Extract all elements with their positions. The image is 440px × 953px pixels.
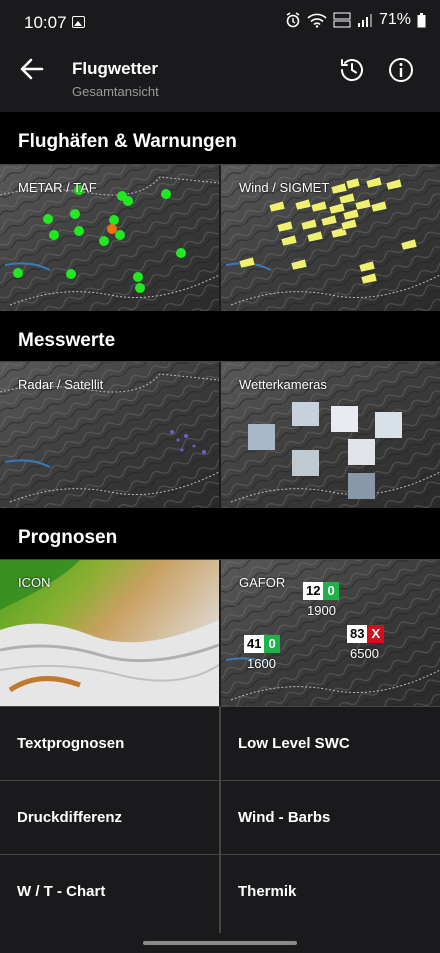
tile-metar-taf[interactable]: METAR / TAF	[0, 165, 219, 311]
section-forecasts-header: Prognosen	[0, 508, 440, 560]
tile-label: GAFOR	[239, 575, 286, 590]
menu-wt-chart[interactable]: W / T - Chart	[0, 855, 219, 928]
wifi-icon	[307, 13, 327, 28]
tile-row-measurements: Radar / Satellit Wetterkameras	[0, 361, 440, 508]
menu-label: Textprognosen	[17, 735, 125, 752]
gafor-code: X	[367, 625, 385, 643]
info-icon[interactable]	[386, 55, 416, 85]
back-arrow-icon[interactable]	[18, 56, 50, 82]
gafor-altitude: 1600	[247, 656, 276, 671]
page-subtitle: Gesamtansicht	[72, 84, 159, 99]
gafor-number: 41	[244, 635, 265, 653]
tile-webcams[interactable]: Wetterkameras	[221, 362, 440, 508]
battery-icon	[417, 12, 426, 27]
tile-label: ICON	[18, 575, 51, 590]
grid-row: Druckdifferenz Wind - Barbs	[0, 780, 440, 855]
section-title: Flughäfen & Warnungen	[18, 131, 237, 152]
section-airports-header: Flughäfen & Warnungen	[0, 112, 440, 164]
gafor-altitude: 6500	[350, 646, 379, 661]
gafor-badge: 83 X	[347, 625, 385, 643]
tile-wind-sigmet[interactable]: Wind / SIGMET	[221, 165, 440, 311]
section-title: Prognosen	[18, 527, 118, 548]
status-icons: 71%	[285, 11, 426, 29]
grid-row: W / T - Chart Thermik	[0, 854, 440, 934]
gafor-altitude: 1900	[307, 603, 336, 618]
menu-thermik[interactable]: Thermik	[221, 855, 440, 928]
system-nav-bar	[0, 933, 440, 953]
gafor-number: 83	[347, 625, 368, 643]
home-gesture-handle[interactable]	[143, 941, 297, 945]
tile-icon-model[interactable]: ICON	[0, 560, 219, 706]
page-title: Flugwetter	[72, 59, 158, 78]
gafor-code: 0	[323, 582, 339, 600]
tile-row-forecasts: ICON GAFOR 12 0 1900 41 0 1600 83 X 6500	[0, 559, 440, 706]
app-bar: Flugwetter Gesamtansicht	[0, 46, 440, 112]
menu-wind-barbs[interactable]: Wind - Barbs	[221, 781, 440, 854]
tile-row-airports: METAR / TAF Wind / SIGMET	[0, 164, 440, 311]
tile-label: Wetterkameras	[239, 377, 327, 392]
grid-row: Textprognosen Low Level SWC	[0, 706, 440, 781]
gafor-code: 0	[264, 635, 280, 653]
gafor-number: 12	[303, 582, 324, 600]
status-bar: 10:07 71%	[0, 0, 440, 46]
status-time: 10:07	[24, 13, 67, 32]
history-icon[interactable]	[336, 54, 368, 86]
menu-low-level-swc[interactable]: Low Level SWC	[221, 707, 440, 780]
volte-icon	[333, 12, 351, 28]
menu-label: Thermik	[238, 883, 297, 900]
section-title: Messwerte	[18, 330, 116, 351]
signal-icon	[357, 14, 372, 27]
tile-label: Wind / SIGMET	[239, 180, 330, 195]
menu-label: Druckdifferenz	[17, 809, 123, 826]
menu-label: Wind - Barbs	[238, 809, 331, 826]
tile-radar-satellite[interactable]: Radar / Satellit	[0, 362, 219, 508]
menu-druckdifferenz[interactable]: Druckdifferenz	[0, 781, 219, 854]
tile-gafor[interactable]: GAFOR 12 0 1900 41 0 1600 83 X 6500	[221, 560, 440, 706]
menu-textprognosen[interactable]: Textprognosen	[0, 707, 219, 780]
alarm-icon	[286, 12, 300, 28]
menu-label: Low Level SWC	[238, 735, 350, 752]
menu-label: W / T - Chart	[17, 883, 106, 900]
tile-label: Radar / Satellit	[18, 377, 104, 392]
tile-label: METAR / TAF	[18, 180, 97, 195]
section-measurements-header: Messwerte	[0, 311, 440, 363]
gafor-badge: 12 0	[303, 582, 339, 600]
battery-percent: 71%	[378, 11, 411, 28]
gafor-badge: 41 0	[244, 635, 280, 653]
gallery-icon	[72, 16, 85, 28]
